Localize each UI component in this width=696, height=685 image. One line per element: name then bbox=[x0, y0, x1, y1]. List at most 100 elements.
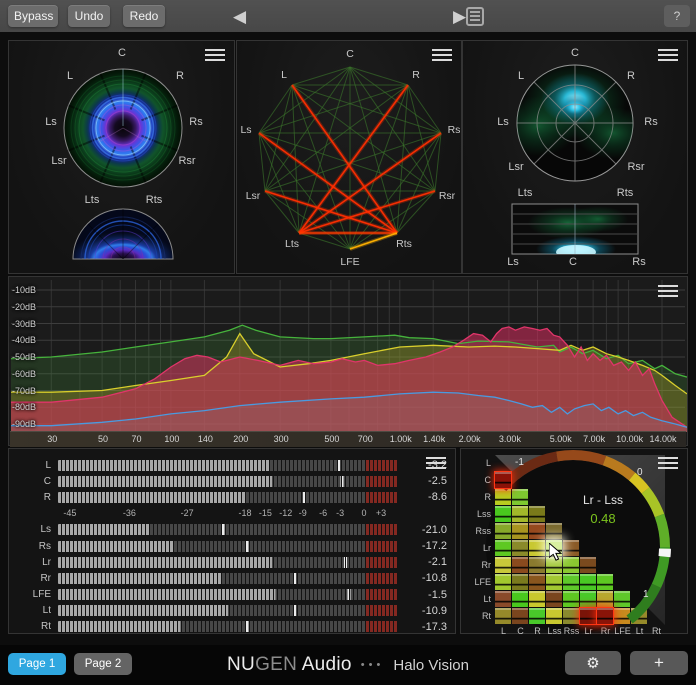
spectrum-x-tick: 1.40k bbox=[423, 434, 445, 444]
meter-value: -21.0 bbox=[405, 524, 447, 536]
corr-cell-Rt-Rss[interactable] bbox=[563, 608, 579, 624]
meter-scale-tick: +3 bbox=[376, 508, 386, 518]
spectrum-y-tick: -50dB bbox=[12, 352, 36, 362]
corr-cell-Lr-R[interactable] bbox=[529, 540, 545, 556]
surround-ring-panel: C L R Ls Rs Lsr Rsr Lts Rts bbox=[8, 40, 235, 274]
corr-cell-Lt-L[interactable] bbox=[495, 591, 511, 607]
svg-text:Lsr: Lsr bbox=[246, 190, 261, 202]
panel-menu-icon[interactable] bbox=[658, 457, 678, 472]
corr-cell-Rt-Lt[interactable] bbox=[631, 608, 647, 624]
matrix-col-label-Lss: Lss bbox=[546, 626, 563, 636]
spectrum-y-axis: -10dB-20dB-30dB-40dB-50dB-60dB-70dB-80dB… bbox=[9, 277, 49, 447]
corr-cell-Rr-Lr[interactable] bbox=[580, 557, 596, 573]
correlation-matrix-panel: LCRLssRssLrRrLFELtRt LCRLssRssLrRrLFELtR… bbox=[460, 448, 688, 634]
corr-cell-LFE-R[interactable] bbox=[529, 574, 545, 590]
corr-cell-Rt-LFE[interactable] bbox=[614, 608, 630, 624]
channel-label-lsr: Lsr bbox=[508, 161, 523, 173]
corr-cell-Rt-C[interactable] bbox=[512, 608, 528, 624]
panel-menu-icon[interactable] bbox=[658, 285, 678, 300]
matrix-col-label-C: C bbox=[512, 626, 529, 636]
level-meter-Ls bbox=[58, 524, 398, 535]
bypass-button[interactable]: Bypass bbox=[8, 5, 58, 27]
channel-label-rs: Rs bbox=[644, 116, 657, 128]
panel-menu-icon[interactable] bbox=[658, 49, 678, 64]
redo-button[interactable]: Redo bbox=[123, 5, 165, 27]
svg-text:Rts: Rts bbox=[396, 238, 412, 250]
matrix-row-label-L: L bbox=[465, 455, 491, 472]
back-arrow-icon[interactable]: ◀ bbox=[227, 4, 252, 30]
corr-cell-Rr-L[interactable] bbox=[495, 557, 511, 573]
matrix-col-label-Lt: Lt bbox=[631, 626, 648, 636]
page-1-button[interactable]: Page 1 bbox=[8, 653, 66, 675]
corr-cell-Rss-R[interactable] bbox=[529, 523, 545, 539]
corr-cell-Rss-C[interactable] bbox=[512, 523, 528, 539]
gear-icon: ⚙ bbox=[586, 655, 599, 672]
spectrum-x-tick: 2.00k bbox=[459, 434, 481, 444]
corr-cell-Rt-R[interactable] bbox=[529, 608, 545, 624]
spectrum-x-tick: 700 bbox=[358, 434, 373, 444]
corr-cell-Lr-Rss[interactable] bbox=[563, 540, 579, 556]
corr-cell-Lr-L[interactable] bbox=[495, 540, 511, 556]
svg-text:C: C bbox=[346, 48, 354, 60]
surround-ring-visualization bbox=[9, 41, 236, 275]
corr-cell-Lt-LFE[interactable] bbox=[614, 591, 630, 607]
corr-cell-C-L[interactable] bbox=[495, 472, 511, 488]
corr-cell-Lt-Rss[interactable] bbox=[563, 591, 579, 607]
panel-menu-icon[interactable] bbox=[432, 49, 452, 64]
corr-cell-LFE-Lr[interactable] bbox=[580, 574, 596, 590]
corr-cell-R-C[interactable] bbox=[512, 489, 528, 505]
panel-menu-icon[interactable] bbox=[205, 49, 225, 64]
spectrum-x-tick: 14.00k bbox=[650, 434, 677, 444]
corr-cell-Lt-R[interactable] bbox=[529, 591, 545, 607]
corr-cell-Lt-Lss[interactable] bbox=[546, 591, 562, 607]
meter-scale-tick: -9 bbox=[299, 508, 307, 518]
meter-row-C: C-2.5 bbox=[17, 473, 447, 489]
meter-row-Lr: Lr-2.1 bbox=[17, 554, 447, 570]
settings-button[interactable]: ⚙ bbox=[565, 651, 621, 675]
corr-cell-Lr-C[interactable] bbox=[512, 540, 528, 556]
meter-row-LFE: LFE-1.5 bbox=[17, 587, 447, 603]
meter-scale-tick: -36 bbox=[123, 508, 136, 518]
page-2-button[interactable]: Page 2 bbox=[74, 653, 132, 675]
corr-cell-Rt-Rr[interactable] bbox=[597, 608, 613, 624]
corr-cell-Lss-C[interactable] bbox=[512, 506, 528, 522]
corr-cell-LFE-Rr[interactable] bbox=[597, 574, 613, 590]
corr-cell-Rt-L[interactable] bbox=[495, 608, 511, 624]
corr-cell-LFE-C[interactable] bbox=[512, 574, 528, 590]
channel-label-rsr: Rsr bbox=[627, 161, 644, 173]
corr-cell-Lss-R[interactable] bbox=[529, 506, 545, 522]
undo-button[interactable]: Undo bbox=[68, 5, 110, 27]
corr-cell-Lt-C[interactable] bbox=[512, 591, 528, 607]
corr-cell-Rr-R[interactable] bbox=[529, 557, 545, 573]
matrix-row-label-LFE: LFE bbox=[465, 574, 491, 591]
corr-cell-Rr-C[interactable] bbox=[512, 557, 528, 573]
corr-cell-Lt-Rr[interactable] bbox=[597, 591, 613, 607]
corr-cell-LFE-Lss[interactable] bbox=[546, 574, 562, 590]
meter-value: -17.2 bbox=[405, 540, 447, 552]
panel-menu-icon[interactable] bbox=[426, 457, 446, 472]
add-panel-button[interactable]: + bbox=[630, 651, 688, 675]
channel-label-rsr: Rsr bbox=[178, 155, 195, 167]
spectrum-y-tick: -60dB bbox=[12, 369, 36, 379]
meter-row-Lt: Lt-10.9 bbox=[17, 603, 447, 619]
spectrum-x-tick: 50 bbox=[98, 434, 108, 444]
spectrum-x-tick: 300 bbox=[274, 434, 289, 444]
help-button[interactable]: ? bbox=[664, 5, 690, 27]
corr-cell-LFE-L[interactable] bbox=[495, 574, 511, 590]
corr-cell-Rr-Rss[interactable] bbox=[563, 557, 579, 573]
corr-cell-Lss-L[interactable] bbox=[495, 506, 511, 522]
corr-cell-R-L[interactable] bbox=[495, 489, 511, 505]
halo-vision-window: Bypass Undo Redo ◀ ▶ ? bbox=[0, 0, 696, 685]
corr-cell-Rss-L[interactable] bbox=[495, 523, 511, 539]
channel-label-rts: Rts bbox=[617, 187, 634, 199]
corr-cell-Rt-Lss[interactable] bbox=[546, 608, 562, 624]
matrix-cells bbox=[495, 455, 665, 625]
channel-label-c: C bbox=[571, 47, 579, 59]
corr-cell-Rt-Lr[interactable] bbox=[580, 608, 596, 624]
svg-text:Rs: Rs bbox=[448, 124, 461, 136]
meter-channel-label: Lt bbox=[17, 605, 51, 616]
spectrum-y-tick: -80dB bbox=[12, 402, 36, 412]
corr-cell-Lt-Lr[interactable] bbox=[580, 591, 596, 607]
list-icon[interactable] bbox=[466, 7, 484, 26]
corr-cell-LFE-Rss[interactable] bbox=[563, 574, 579, 590]
